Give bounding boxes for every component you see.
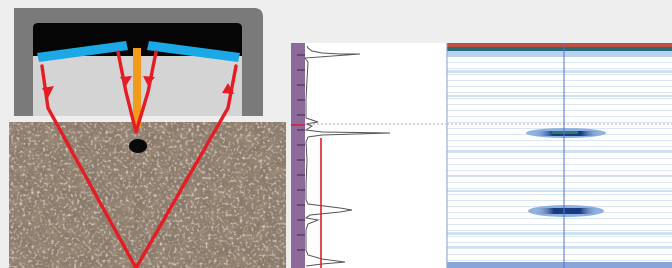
defect-indication-upper bbox=[526, 128, 606, 138]
b-scan-top-band bbox=[447, 43, 672, 47]
ultrasonic-figure bbox=[0, 0, 672, 268]
b-scan-panel bbox=[446, 43, 672, 268]
depth-ruler bbox=[291, 43, 305, 268]
a-scan-background bbox=[291, 43, 446, 268]
reflector-void bbox=[129, 139, 147, 153]
b-scan-bottom-band bbox=[447, 262, 672, 268]
a-scan-panel bbox=[291, 43, 446, 268]
probe-diagram-panel bbox=[0, 0, 290, 268]
defect-indication-lower bbox=[528, 205, 604, 217]
